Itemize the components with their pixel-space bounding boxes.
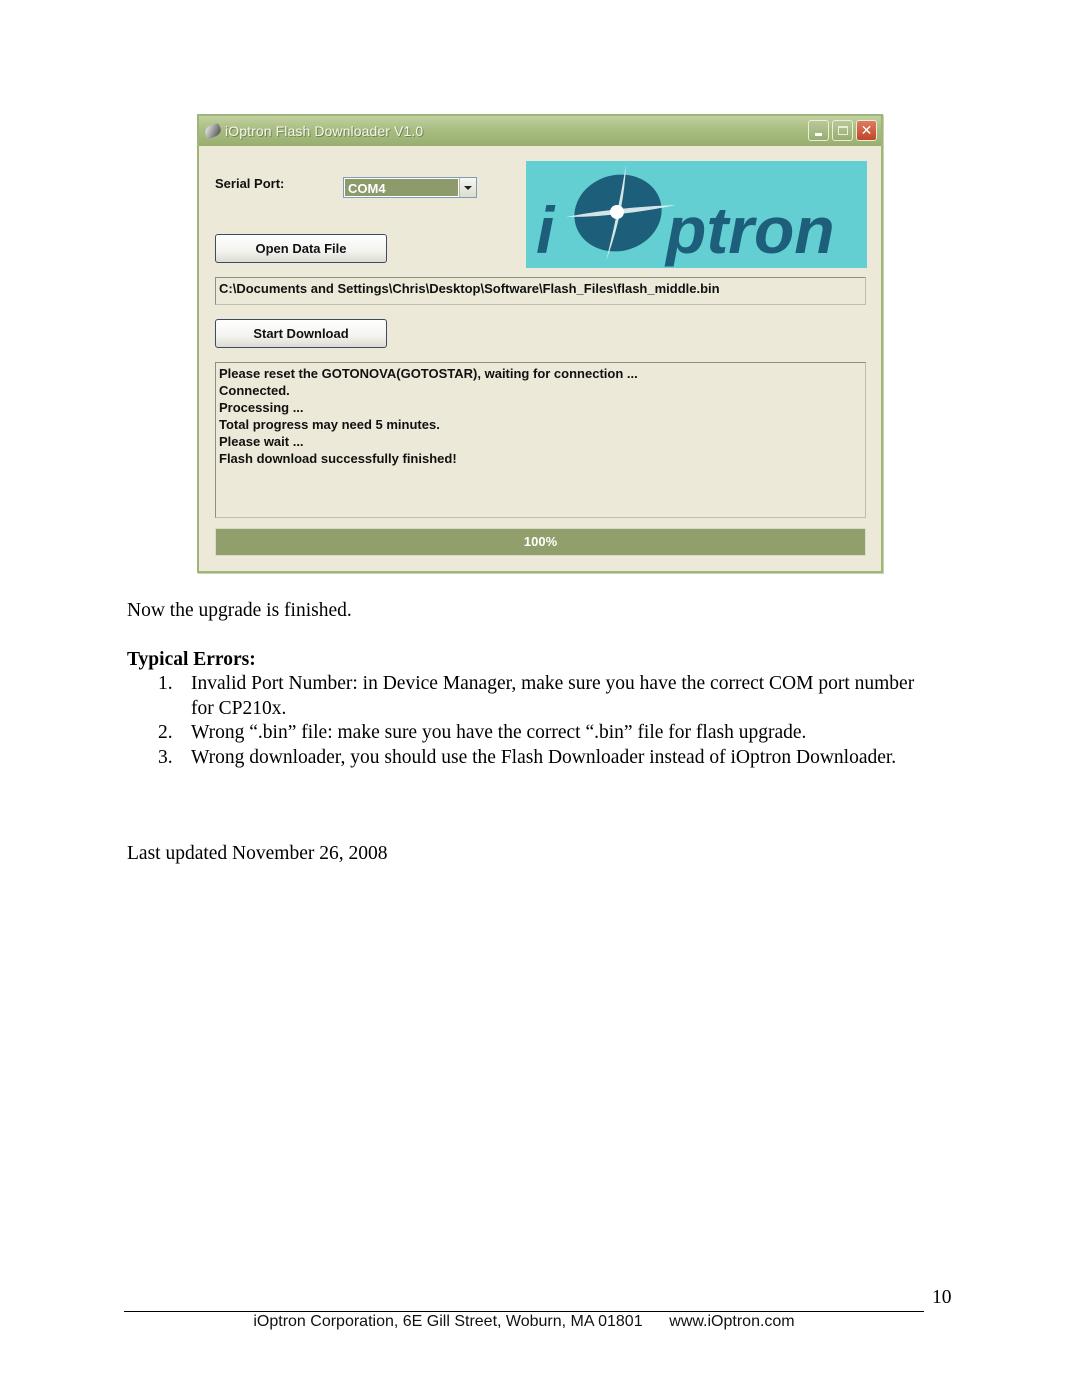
progress-bar: 100% [215, 528, 866, 556]
log-line: Total progress may need 5 minutes. [219, 417, 440, 432]
open-data-file-button[interactable]: Open Data File [215, 234, 387, 263]
footer-address: iOptron Corporation, 6E Gill Street, Wob… [253, 1313, 795, 1330]
window-controls: ✕ [808, 120, 877, 141]
log-line: Please wait ... [219, 434, 304, 449]
error-item: 2. Wrong “.bin” file: make sure you have … [127, 721, 927, 746]
error-text: Wrong downloader, you should use the Fla… [191, 746, 897, 768]
logo-i: i [536, 193, 556, 267]
log-line: Please reset the GOTONOVA(GOTOSTAR), wai… [219, 366, 638, 381]
typical-errors-heading: Typical Errors: [127, 649, 256, 670]
close-button[interactable]: ✕ [856, 120, 877, 141]
file-path-field[interactable]: C:\Documents and Settings\Chris\Desktop\… [215, 277, 866, 305]
app-icon [203, 122, 223, 140]
minimize-icon [815, 133, 822, 136]
errors-list: 1. Invalid Port Number: in Device Manager… [127, 672, 927, 770]
error-number: 1. [158, 673, 173, 694]
start-download-button[interactable]: Start Download [215, 319, 387, 348]
error-number: 3. [158, 746, 173, 768]
dropdown-arrow-button[interactable] [459, 178, 476, 197]
error-text: Invalid Port Number: in Device Manager, … [191, 673, 915, 719]
ioptron-logo: i ptron [526, 161, 867, 268]
serial-port-value: COM4 [345, 179, 458, 196]
error-text: Wrong “.bin” file: make sure you have th… [191, 722, 807, 743]
close-icon: ✕ [860, 122, 873, 139]
finished-paragraph: Now the upgrade is finished. [127, 600, 352, 621]
title-bar[interactable]: iOptron Flash Downloader V1.0 ✕ [199, 116, 881, 146]
chevron-down-icon [464, 185, 472, 190]
log-line: Flash download successfully finished! [219, 451, 457, 466]
maximize-icon [837, 126, 848, 135]
status-log[interactable]: Please reset the GOTONOVA(GOTOSTAR), wai… [215, 362, 866, 518]
error-item: 3. Wrong downloader, you should use the F… [127, 746, 927, 771]
maximize-button[interactable] [832, 120, 853, 141]
page-number: 10 [932, 1287, 952, 1308]
progress-label: 100% [523, 534, 558, 549]
minimize-button[interactable] [808, 120, 829, 141]
window-title: iOptron Flash Downloader V1.0 [225, 123, 424, 139]
serial-port-select[interactable]: COM4 [343, 177, 477, 198]
logo-graphic: i ptron [536, 165, 835, 267]
flash-downloader-window: iOptron Flash Downloader V1.0 ✕ Serial P… [197, 114, 883, 573]
last-updated: Last updated November 26, 2008 [127, 843, 388, 864]
serial-port-label: Serial Port: [215, 176, 285, 191]
error-item: 1. Invalid Port Number: in Device Manager… [127, 672, 927, 721]
logo-star-center [610, 205, 624, 219]
log-line: Connected. [219, 383, 290, 398]
logo-wordmark: ptron [664, 193, 835, 267]
error-number: 2. [158, 722, 173, 743]
log-line: Processing ... [219, 400, 304, 415]
footer-divider [124, 1311, 924, 1312]
